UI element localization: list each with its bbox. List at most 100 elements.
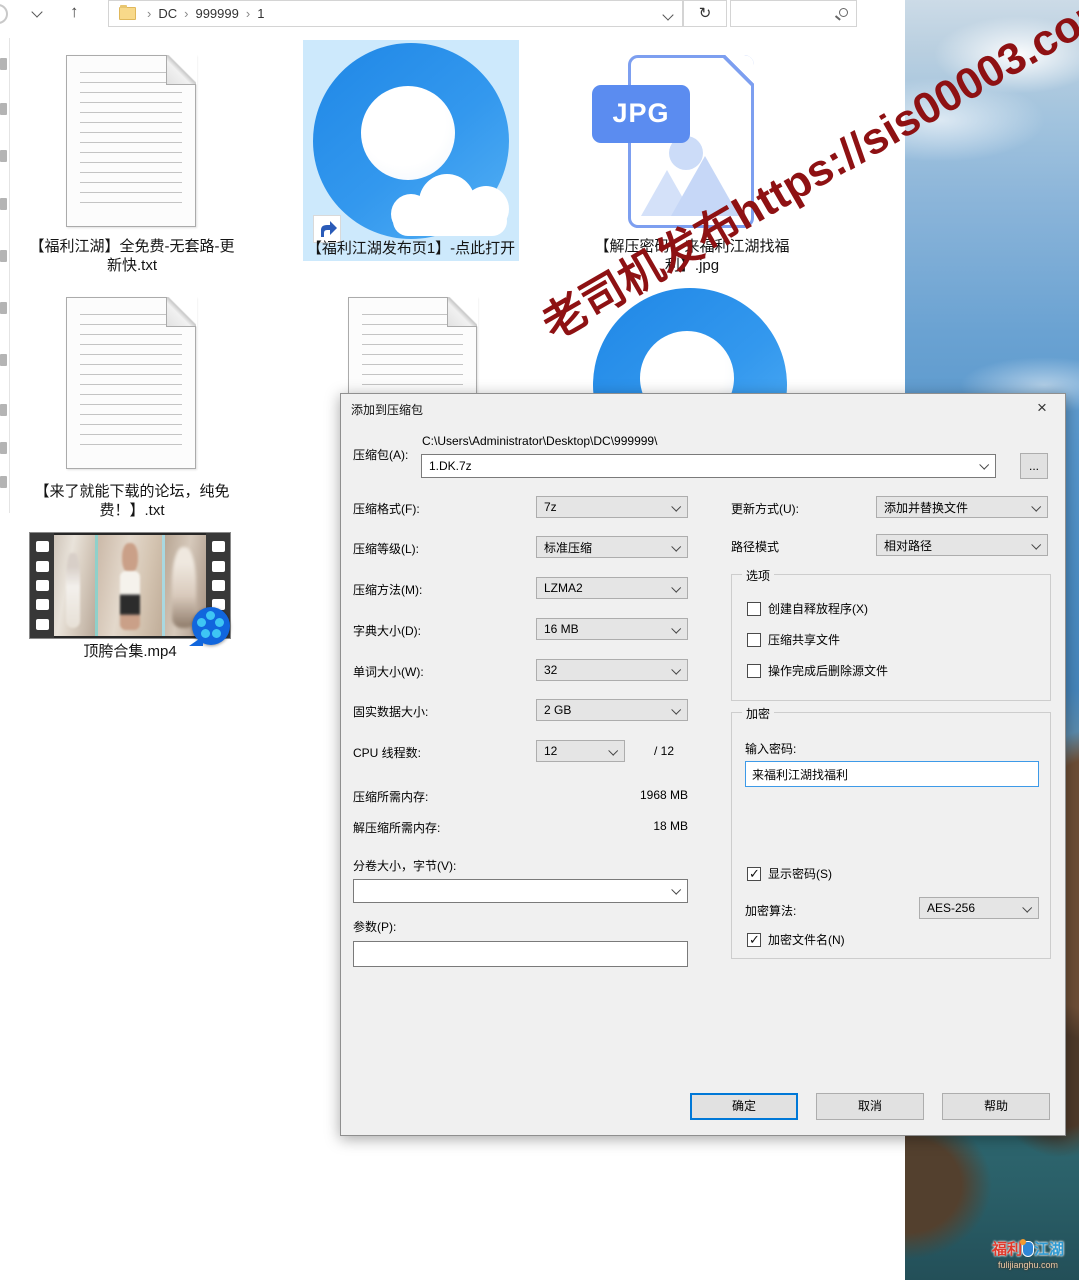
update-mode-combo[interactable]: 添加并替换文件 [876, 496, 1048, 518]
address-dropdown-chevron-icon[interactable] [662, 9, 673, 20]
clipped-icon-label-fragment [0, 404, 7, 416]
file-tile-txt1[interactable]: 【福利江湖】全免费-无套路-更新快.txt [22, 40, 242, 282]
algorithm-label: 加密算法: [745, 902, 796, 919]
solid-size-combo[interactable]: 2 GB [536, 699, 688, 721]
level-combo[interactable]: 标准压缩 [536, 536, 688, 558]
shared-files-checkbox[interactable] [747, 633, 761, 647]
shared-files-checkbox-row[interactable]: 压缩共享文件 [747, 631, 840, 648]
path-mode-combo[interactable]: 相对路径 [876, 534, 1048, 556]
sfx-checkbox-label: 创建自释放程序(X) [768, 600, 868, 617]
add-to-archive-dialog: 添加到压缩包 × 压缩包(A): C:\Users\Administrator\… [340, 393, 1066, 1136]
folder-icon [119, 7, 136, 20]
nav-buttons: ↑ [0, 0, 106, 27]
cpu-threads-label: CPU 线程数: [353, 744, 421, 761]
dictionary-combo[interactable]: 16 MB [536, 618, 688, 640]
delete-after-checkbox-label: 操作完成后删除源文件 [768, 662, 888, 679]
jpg-badge: JPG [592, 85, 690, 143]
solid-size-label: 固实数据大小: [353, 703, 428, 720]
file-tile-qq-shortcut[interactable]: 【福利江湖发布页1】-点此打开 [303, 40, 519, 261]
breadcrumb-dc[interactable]: DC [158, 6, 177, 21]
encryption-legend: 加密 [742, 705, 774, 722]
encryption-group: 加密 输入密码: 显示密码(S) 加密算法: AES-256 加密文件名(N) [731, 712, 1051, 959]
format-label: 压缩格式(F): [353, 500, 420, 517]
cpu-threads-max: / 12 [654, 744, 674, 758]
address-bar[interactable]: › DC › 999999 › 1 [108, 0, 683, 27]
clipped-icon-label-fragment [0, 198, 7, 210]
archive-path: C:\Users\Administrator\Desktop\DC\999999… [422, 434, 657, 448]
encrypt-names-label: 加密文件名(N) [768, 931, 845, 948]
back-button[interactable] [0, 4, 8, 24]
update-mode-label: 更新方式(U): [731, 500, 799, 517]
shared-files-checkbox-label: 压缩共享文件 [768, 631, 840, 648]
show-password-checkbox-row[interactable]: 显示密码(S) [747, 865, 832, 882]
show-password-checkbox[interactable] [747, 867, 761, 881]
mem-compress-value: 1968 MB [578, 788, 688, 802]
options-legend: 选项 [742, 567, 774, 584]
file-tile-video[interactable]: 顶胯合集.mp4 [30, 533, 230, 668]
explorer-toolbar: ↑ › DC › 999999 › 1 ↻ [0, 0, 905, 28]
mem-decompress-label: 解压缩所需内存: [353, 819, 440, 836]
delete-after-checkbox-row[interactable]: 操作完成后删除源文件 [747, 662, 888, 679]
file-label: 【来了就能下载的论坛，纯免费！】.txt [22, 483, 242, 520]
file-tile-txt2[interactable]: 【来了就能下载的论坛，纯免费！】.txt [22, 283, 242, 528]
level-label: 压缩等级(L): [353, 540, 419, 557]
browse-button[interactable]: ... [1020, 453, 1048, 479]
left-edge-divider [9, 38, 10, 513]
format-combo[interactable]: 7z [536, 496, 688, 518]
cancel-button[interactable]: 取消 [816, 1093, 924, 1120]
password-input[interactable] [745, 761, 1039, 787]
method-combo[interactable]: LZMA2 [536, 577, 688, 599]
search-box[interactable] [730, 0, 857, 27]
encrypt-names-checkbox-row[interactable]: 加密文件名(N) [747, 931, 845, 948]
clipped-icon-label-fragment [0, 250, 7, 262]
cpu-threads-combo[interactable]: 12 [536, 740, 625, 762]
logo-url: fulijianghu.com [983, 1260, 1073, 1270]
parameters-input[interactable] [353, 941, 688, 967]
file-label: 【福利江湖发布页1】-点此打开 [303, 240, 519, 259]
logo-text-left: 福利 [992, 1241, 1022, 1258]
parameters-label: 参数(P): [353, 918, 396, 935]
mem-decompress-value: 18 MB [578, 819, 688, 833]
help-button[interactable]: 帮助 [942, 1093, 1050, 1120]
cloud-icon [391, 168, 511, 240]
wallpaper-logo: 福利江湖 fulijianghu.com [983, 1238, 1073, 1270]
logo-text-right: 江湖 [1034, 1241, 1064, 1258]
word-size-combo[interactable]: 32 [536, 659, 688, 681]
refresh-button[interactable]: ↻ [683, 0, 727, 27]
password-label: 输入密码: [745, 740, 796, 757]
recent-locations-chevron-icon[interactable] [31, 6, 42, 17]
volume-size-label: 分卷大小，字节(V): [353, 857, 456, 874]
up-button[interactable]: ↑ [70, 2, 79, 22]
options-group: 选项 创建自释放程序(X) 压缩共享文件 操作完成后删除源文件 [731, 574, 1051, 701]
clipped-icon-label-fragment [0, 103, 7, 115]
show-password-label: 显示密码(S) [768, 865, 832, 882]
clipped-icon-label-fragment [0, 442, 7, 454]
volume-size-combo[interactable] [353, 879, 688, 903]
close-icon[interactable]: × [1025, 396, 1059, 420]
breadcrumb-999999[interactable]: 999999 [195, 6, 238, 21]
clipped-icon-label-fragment [0, 476, 7, 488]
breadcrumb-separator: › [147, 6, 151, 21]
search-icon [839, 8, 848, 17]
mem-compress-label: 压缩所需内存: [353, 788, 428, 805]
clipped-icon-label-fragment [0, 58, 7, 70]
word-size-label: 单词大小(W): [353, 663, 424, 680]
sfx-checkbox-row[interactable]: 创建自释放程序(X) [747, 600, 868, 617]
archive-name-combo[interactable]: 1.DK.7z [421, 454, 996, 478]
breadcrumb-1[interactable]: 1 [257, 6, 264, 21]
sfx-checkbox[interactable] [747, 602, 761, 616]
archive-label: 压缩包(A): [353, 446, 408, 463]
algorithm-combo[interactable]: AES-256 [919, 897, 1039, 919]
file-label: 顶胯合集.mp4 [30, 643, 230, 662]
clipped-icon-label-fragment [0, 302, 7, 314]
delete-after-checkbox[interactable] [747, 664, 761, 678]
clipped-icon-label-fragment [0, 354, 7, 366]
dictionary-label: 字典大小(D): [353, 622, 421, 639]
text-file-icon [66, 297, 196, 469]
search-input[interactable] [735, 2, 831, 25]
qq-browser-icon-hole [361, 86, 455, 180]
text-file-icon [66, 55, 196, 227]
file-label: 【福利江湖】全免费-无套路-更新快.txt [22, 238, 242, 275]
ok-button[interactable]: 确定 [690, 1093, 798, 1120]
encrypt-names-checkbox[interactable] [747, 933, 761, 947]
